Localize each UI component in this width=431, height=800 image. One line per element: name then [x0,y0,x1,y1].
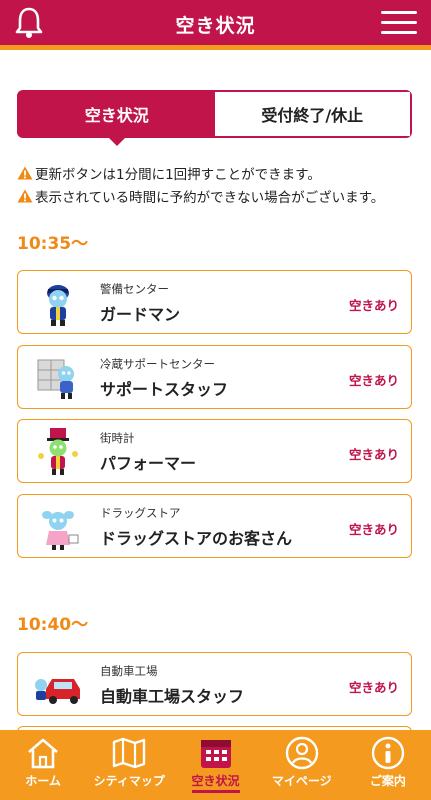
job-name: パフォーマー [100,454,197,473]
drugstore-customer-character-icon [42,511,79,550]
tab-closed-suspended[interactable]: 受付終了/休止 [214,92,410,136]
job-card[interactable]: 自動車工場 自動車工場スタッフ 空きあり [17,652,412,716]
bottom-navigation: ホーム シティマップ 空き状況 マイページ ご案内 [0,730,431,800]
map-icon [113,737,146,769]
status-badge: 空きあり [348,447,399,462]
calendar-icon [200,740,231,768]
notice-text: 表示されている時間に予約ができない場合がございます。 [35,189,385,206]
facility-name: ドラッグストア [100,506,181,520]
job-name: ガードマン [100,305,181,324]
notice-list: 更新ボタンは1分間に1回押すことができます。 表示されている時間に予約ができない… [17,161,417,207]
warning-icon [17,166,33,179]
tab-availability[interactable]: 空き状況 [19,92,215,146]
nav-label: ご案内 [369,774,406,788]
home-icon [28,738,58,769]
facility-name: 冷蔵サポートセンター [100,357,215,371]
nav-label: シティマップ [93,774,165,788]
nav-guide[interactable]: ご案内 [345,730,431,800]
notice-item: 表示されている時間に予約ができない場合がございます。 [17,184,417,207]
nav-my-page[interactable]: マイページ [259,730,345,800]
status-badge: 空きあり [348,298,399,313]
user-icon [285,736,318,770]
facility-name: 自動車工場 [100,664,158,678]
notice-item: 更新ボタンは1分間に1回押すことができます。 [17,161,417,184]
support-staff-character-icon [37,359,74,399]
status-badge: 空きあり [348,522,399,537]
time-slot-heading: 10:35〜 [17,234,89,254]
nav-city-map[interactable]: シティマップ [86,730,172,800]
performer-character-icon [38,428,78,475]
nav-availability[interactable]: 空き状況 [172,730,258,800]
info-person-icon [371,736,405,770]
job-card[interactable]: 警備センター ガードマン 空きあり [17,270,412,334]
facility-name: 街時計 [100,431,135,445]
notice-text: 更新ボタンは1分間に1回押すことができます。 [35,166,321,183]
job-card[interactable]: 街時計 パフォーマー 空きあり [17,419,412,483]
header-accent-stripe [0,45,431,50]
job-name: ドラッグストアのお客さん [100,529,293,548]
bell-icon[interactable] [14,6,44,40]
hamburger-menu-icon[interactable] [381,11,417,35]
status-badge: 空きあり [348,680,399,695]
page-title: 空き状況 [175,14,256,37]
nav-label: マイページ [271,774,332,788]
nav-home[interactable]: ホーム [0,730,86,800]
warning-icon [17,189,33,202]
status-tabs: 空き状況 受付終了/休止 [17,90,412,146]
job-card[interactable]: ドラッグストア ドラッグストアのお客さん 空きあり [17,494,412,558]
time-slot-heading: 10:40〜 [17,615,89,635]
status-badge: 空きあり [348,373,399,388]
car-factory-character-icon [35,679,80,704]
facility-name: 警備センター [100,282,169,296]
guardman-character-icon [47,285,69,326]
job-card[interactable]: 冷蔵サポートセンター サポートスタッフ 空きあり [17,345,412,409]
job-name: 自動車工場スタッフ [100,687,245,706]
nav-label: 空き状況 [191,772,240,793]
app-header: 空き状況 [0,0,431,48]
job-name: サポートスタッフ [100,380,229,399]
nav-label: ホーム [25,774,61,788]
